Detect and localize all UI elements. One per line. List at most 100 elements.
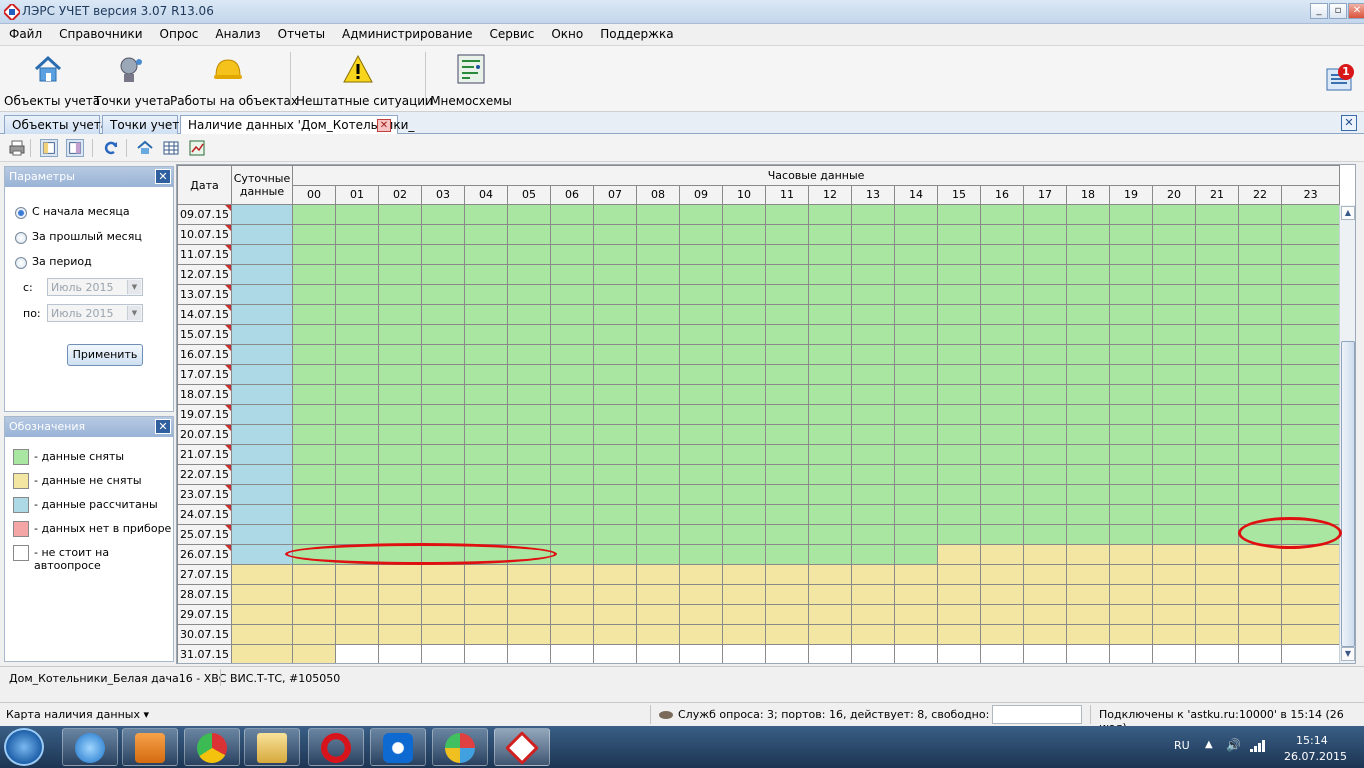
hourly-data-cell[interactable] (335, 604, 379, 625)
hourly-data-cell[interactable] (1023, 584, 1067, 605)
hourly-data-cell[interactable] (937, 304, 981, 325)
hourly-data-cell[interactable] (1152, 384, 1196, 405)
hourly-data-cell[interactable] (722, 484, 766, 505)
hourly-data-cell[interactable] (1152, 504, 1196, 525)
hourly-data-cell[interactable] (421, 244, 465, 265)
hourly-data-cell[interactable] (1152, 304, 1196, 325)
hourly-data-cell[interactable] (808, 344, 852, 365)
hourly-data-cell[interactable] (421, 444, 465, 465)
hourly-data-cell[interactable] (722, 404, 766, 425)
hourly-data-cell[interactable] (1066, 504, 1110, 525)
hourly-data-cell[interactable] (765, 284, 809, 305)
hourly-data-cell[interactable] (1066, 244, 1110, 265)
hourly-data-cell[interactable] (421, 644, 465, 663)
hourly-data-cell[interactable] (1280, 624, 1341, 645)
hourly-data-cell[interactable] (1195, 604, 1239, 625)
hourly-data-cell[interactable] (851, 484, 895, 505)
hourly-data-cell[interactable] (765, 444, 809, 465)
hourly-data-cell[interactable] (980, 444, 1024, 465)
hourly-data-cell[interactable] (765, 244, 809, 265)
hourly-data-cell[interactable] (378, 304, 422, 325)
hourly-data-cell[interactable] (980, 484, 1024, 505)
close-all-tabs-icon[interactable]: ✕ (1341, 115, 1357, 131)
hourly-data-cell[interactable] (1195, 364, 1239, 385)
hourly-data-cell[interactable] (1280, 444, 1341, 465)
hourly-data-cell[interactable] (937, 604, 981, 625)
hourly-data-cell[interactable] (1066, 324, 1110, 345)
hourly-data-cell[interactable] (292, 224, 336, 245)
hourly-data-cell[interactable] (765, 464, 809, 485)
hourly-data-cell[interactable] (636, 244, 680, 265)
hourly-data-cell[interactable] (335, 264, 379, 285)
hourly-data-cell[interactable] (636, 264, 680, 285)
hourly-data-cell[interactable] (1109, 304, 1153, 325)
hourly-data-cell[interactable] (937, 224, 981, 245)
hourly-data-cell[interactable] (1109, 444, 1153, 465)
hourly-data-cell[interactable] (1066, 204, 1110, 225)
hourly-data-cell[interactable] (765, 484, 809, 505)
hourly-data-cell[interactable] (507, 604, 551, 625)
daily-data-cell[interactable] (231, 604, 293, 625)
hourly-data-cell[interactable] (1023, 244, 1067, 265)
hourly-data-cell[interactable] (421, 384, 465, 405)
menu-file[interactable]: Файл (0, 24, 50, 41)
hour-column-header[interactable]: 11 (765, 184, 809, 205)
hourly-data-cell[interactable] (894, 204, 938, 225)
hourly-data-cell[interactable] (636, 344, 680, 365)
hourly-data-cell[interactable] (722, 584, 766, 605)
hourly-data-cell[interactable] (722, 464, 766, 485)
hourly-data-cell[interactable] (1066, 644, 1110, 663)
hourly-data-cell[interactable] (1109, 604, 1153, 625)
hourly-data-cell[interactable] (1195, 344, 1239, 365)
hourly-data-cell[interactable] (292, 604, 336, 625)
hourly-data-cell[interactable] (894, 564, 938, 585)
hourly-data-cell[interactable] (1109, 624, 1153, 645)
hourly-data-cell[interactable] (937, 384, 981, 405)
hourly-data-cell[interactable] (980, 644, 1024, 663)
hourly-data-cell[interactable] (636, 564, 680, 585)
hourly-data-cell[interactable] (679, 224, 723, 245)
hourly-data-cell[interactable] (464, 464, 508, 485)
hourly-data-cell[interactable] (1109, 344, 1153, 365)
hourly-data-cell[interactable] (1109, 544, 1153, 565)
hourly-data-cell[interactable] (937, 524, 981, 545)
hourly-data-cell[interactable] (421, 464, 465, 485)
hourly-data-cell[interactable] (593, 544, 637, 565)
taskbar-media-player[interactable] (122, 728, 178, 766)
hourly-data-cell[interactable] (1195, 584, 1239, 605)
hourly-data-cell[interactable] (421, 424, 465, 445)
hourly-data-cell[interactable] (1195, 424, 1239, 445)
close-tab-icon[interactable]: ✕ (377, 119, 391, 132)
to-month-select[interactable]: Июль 2015 ▼ (47, 304, 143, 322)
daily-data-cell[interactable] (231, 484, 293, 505)
hourly-data-cell[interactable] (937, 284, 981, 305)
hourly-data-cell[interactable] (1066, 544, 1110, 565)
hourly-data-cell[interactable] (1152, 524, 1196, 545)
month-start-radio[interactable] (15, 207, 27, 219)
hourly-data-cell[interactable] (937, 404, 981, 425)
hourly-data-cell[interactable] (894, 444, 938, 465)
hourly-data-cell[interactable] (765, 384, 809, 405)
hourly-data-cell[interactable] (507, 444, 551, 465)
hourly-data-cell[interactable] (507, 284, 551, 305)
hourly-data-cell[interactable] (464, 444, 508, 465)
hour-column-header[interactable]: 17 (1023, 184, 1067, 205)
daily-data-cell[interactable] (231, 224, 293, 245)
hour-column-header[interactable]: 16 (980, 184, 1024, 205)
hourly-data-cell[interactable] (636, 604, 680, 625)
hourly-data-cell[interactable] (679, 244, 723, 265)
hourly-data-cell[interactable] (421, 604, 465, 625)
hourly-data-cell[interactable] (1195, 484, 1239, 505)
hourly-data-cell[interactable] (679, 524, 723, 545)
hourly-data-cell[interactable] (980, 204, 1024, 225)
hourly-data-cell[interactable] (937, 324, 981, 345)
scroll-up-icon[interactable]: ▲ (1341, 206, 1355, 220)
hourly-data-cell[interactable] (1152, 584, 1196, 605)
hour-column-header[interactable]: 01 (335, 184, 379, 205)
hourly-data-cell[interactable] (765, 504, 809, 525)
hourly-data-cell[interactable] (464, 584, 508, 605)
daily-data-cell[interactable] (231, 324, 293, 345)
hourly-data-cell[interactable] (593, 644, 637, 663)
hourly-data-cell[interactable] (808, 324, 852, 345)
hourly-data-cell[interactable] (937, 584, 981, 605)
